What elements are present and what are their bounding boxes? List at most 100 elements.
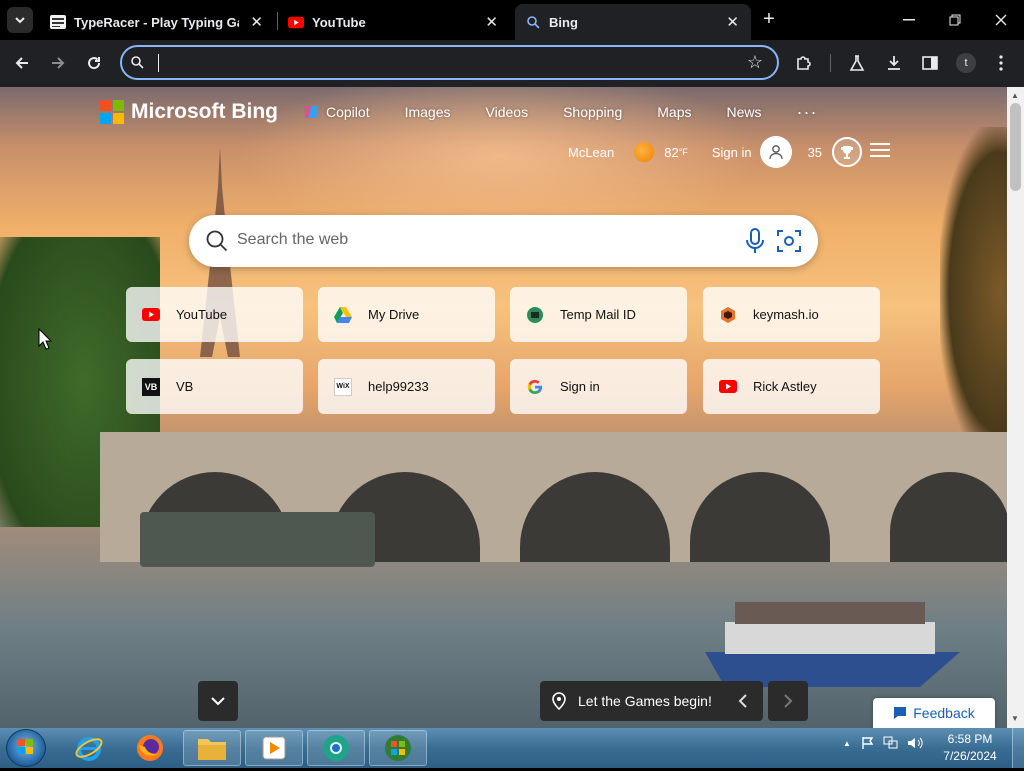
profile-avatar[interactable]: t (956, 53, 976, 73)
network-icon[interactable] (883, 736, 899, 750)
internet-explorer-icon (75, 737, 103, 761)
nav-label: Copilot (326, 104, 370, 120)
scroll-down-arrow-icon[interactable]: ▼ (1011, 714, 1019, 723)
close-window-button[interactable] (978, 0, 1024, 40)
tab-youtube[interactable]: YouTube ✕ (278, 4, 510, 40)
location-pin-icon (552, 692, 566, 710)
tile-label: Sign in (560, 379, 600, 394)
chevron-left-icon (738, 694, 747, 708)
tab-typeracer[interactable]: TypeRacer - Play Typing Games ✕ (40, 4, 275, 40)
address-bar[interactable]: ☆ (120, 45, 779, 80)
quicklink-tile[interactable]: Temp Mail ID (510, 287, 687, 342)
start-button[interactable] (6, 729, 46, 767)
clock-date: 7/26/2024 (943, 749, 997, 763)
quicklink-tile[interactable]: Sign in (510, 359, 687, 414)
bing-logo[interactable]: Microsoft Bing (100, 100, 278, 124)
quicklink-tile[interactable]: Rick Astley (703, 359, 880, 414)
search-placeholder[interactable]: Search the web (237, 231, 348, 249)
forward-button[interactable] (45, 50, 71, 76)
sign-in-link[interactable]: Sign in (712, 145, 752, 160)
search-icon (205, 229, 229, 258)
tile-label: Temp Mail ID (560, 307, 636, 322)
close-icon[interactable]: ✕ (485, 13, 498, 31)
chevron-down-icon (15, 17, 25, 24)
extensions-button[interactable] (793, 52, 815, 74)
page-scrollbar[interactable]: ▲ ▼ (1007, 87, 1024, 728)
rewards-points[interactable]: 35 (808, 145, 822, 160)
tile-label: VB (176, 379, 194, 394)
tab-bing[interactable]: Bing ✕ (515, 4, 751, 40)
bridge-arch (690, 472, 830, 562)
keymash-icon (719, 306, 737, 324)
next-image-button[interactable] (768, 681, 808, 721)
nav-videos[interactable]: Videos (486, 104, 529, 120)
arrow-right-icon (52, 57, 65, 69)
nav-news[interactable]: News (726, 104, 761, 120)
quicklink-tile[interactable]: YouTube (126, 287, 303, 342)
bing-search-box[interactable]: Search the web (189, 215, 818, 267)
taskbar-internet-explorer[interactable] (60, 730, 118, 766)
nav-shopping[interactable]: Shopping (563, 104, 622, 120)
visual-search-icon[interactable] (776, 228, 802, 259)
minimize-icon (903, 19, 915, 21)
puzzle-piece-icon (797, 56, 811, 70)
minimize-button[interactable] (886, 0, 932, 40)
media-player-icon (262, 736, 286, 760)
side-panel-icon (922, 56, 938, 70)
scroll-down-button[interactable] (198, 681, 238, 721)
tab-title: YouTube (312, 14, 366, 30)
trophy-icon[interactable] (832, 137, 863, 167)
tab-search-button[interactable] (7, 7, 33, 33)
microsoft-logo-icon (100, 100, 124, 124)
wix-icon: WiX (334, 377, 352, 396)
weather-location[interactable]: McLean (568, 145, 614, 160)
quicklink-tile[interactable]: WiX help99233 (318, 359, 495, 414)
restore-button[interactable] (932, 0, 978, 40)
image-info-button[interactable]: Let the Games begin! (540, 681, 730, 721)
downloads-button[interactable] (883, 52, 905, 74)
reload-button[interactable] (81, 50, 107, 76)
show-desktop-button[interactable] (1012, 728, 1024, 768)
taskbar-firefox[interactable] (121, 730, 179, 766)
back-button[interactable] (9, 50, 35, 76)
clock-time: 6:58 PM (947, 732, 993, 746)
arrow-left-icon (15, 57, 28, 69)
close-icon[interactable]: ✕ (726, 13, 739, 31)
taskbar-chrome[interactable] (307, 730, 365, 766)
user-avatar-icon[interactable] (759, 136, 792, 168)
user-bar: McLean 82 °F Sign in 35 (568, 135, 863, 169)
browser-menu-button[interactable] (990, 52, 1012, 74)
taskbar-clock[interactable]: 6:58 PM 7/26/2024 (935, 731, 1005, 765)
labs-button[interactable] (846, 52, 868, 74)
bridge-arch (890, 472, 1010, 562)
side-panel-button[interactable] (919, 52, 941, 74)
sun-icon[interactable] (634, 142, 655, 162)
scrollbar-thumb[interactable] (1010, 103, 1021, 191)
bookmark-star-icon[interactable]: ☆ (747, 52, 763, 73)
taskbar-windows-explorer[interactable] (369, 730, 427, 766)
taskbar-media-player[interactable] (245, 730, 303, 766)
action-center-flag-icon[interactable] (861, 736, 875, 750)
scroll-up-arrow-icon[interactable]: ▲ (1011, 91, 1019, 100)
bridge-arch (520, 472, 670, 562)
quicklink-tile[interactable]: My Drive (318, 287, 495, 342)
volume-icon[interactable] (907, 736, 923, 750)
microphone-icon[interactable] (744, 228, 766, 259)
new-tab-button[interactable]: + (758, 8, 780, 30)
taskbar-file-explorer[interactable] (183, 730, 241, 766)
close-icon[interactable]: ✕ (250, 13, 263, 31)
quicklink-tile[interactable]: VB VB (126, 359, 303, 414)
quicklink-tile[interactable]: keymash.io (703, 287, 880, 342)
feedback-button[interactable]: Feedback (873, 698, 995, 728)
temperature[interactable]: 82 (664, 145, 678, 160)
flask-icon (849, 55, 865, 71)
chrome-icon (323, 735, 349, 761)
more-nav-button[interactable]: ··· (797, 102, 818, 123)
hamburger-menu-icon[interactable] (870, 143, 890, 157)
previous-image-button[interactable] (723, 681, 763, 721)
youtube-icon (288, 14, 304, 30)
show-hidden-icons-button[interactable]: ▲ (843, 739, 851, 748)
nav-maps[interactable]: Maps (657, 104, 691, 120)
nav-images[interactable]: Images (405, 104, 451, 120)
nav-copilot[interactable]: Copilot (302, 103, 370, 121)
